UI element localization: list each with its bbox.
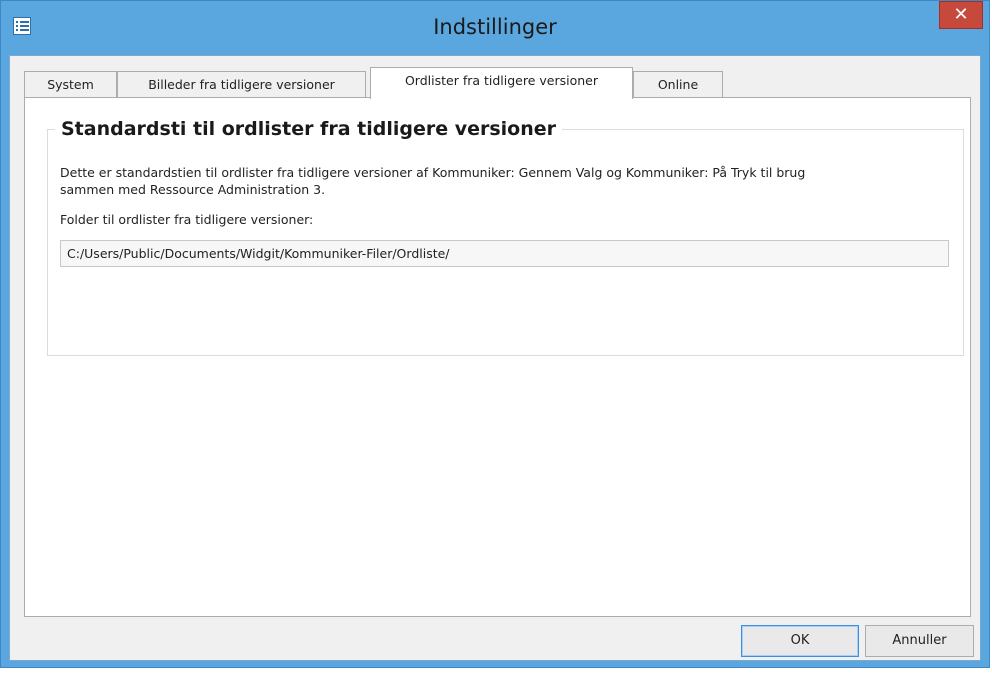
- description-line-2: sammen med Ressource Administration 3.: [60, 182, 326, 197]
- tab-online[interactable]: Online: [633, 71, 723, 97]
- window-title: Indstillinger: [433, 15, 557, 39]
- folder-label: Folder til ordlister fra tidligere versi…: [60, 212, 314, 227]
- cancel-button[interactable]: Annuller: [865, 625, 974, 657]
- group-title: Standardsti til ordlister fra tidligere …: [55, 118, 563, 140]
- dialog-client-area: System Billeder fra tidligere versioner …: [9, 55, 981, 661]
- settings-window: Indstillinger ✕ System Billeder fra tidl…: [0, 0, 990, 668]
- title-bar[interactable]: Indstillinger ✕: [1, 1, 989, 55]
- description-text: Dette er standardstien til ordlister fra…: [60, 164, 940, 198]
- tab-panel-ordlister: Standardsti til ordlister fra tidligere …: [24, 97, 971, 617]
- folder-path-field[interactable]: C:/Users/Public/Documents/Widgit/Kommuni…: [60, 240, 949, 267]
- tab-system[interactable]: System: [24, 71, 117, 97]
- tab-ordlister[interactable]: Ordlister fra tidligere versioner: [370, 67, 633, 99]
- ok-button[interactable]: OK: [741, 625, 859, 657]
- description-line-1: Dette er standardstien til ordlister fra…: [60, 165, 806, 180]
- standard-path-group: Standardsti til ordlister fra tidligere …: [47, 118, 964, 356]
- tab-billeder[interactable]: Billeder fra tidligere versioner: [117, 71, 366, 97]
- close-button[interactable]: ✕: [939, 1, 983, 29]
- close-icon: ✕: [953, 4, 969, 25]
